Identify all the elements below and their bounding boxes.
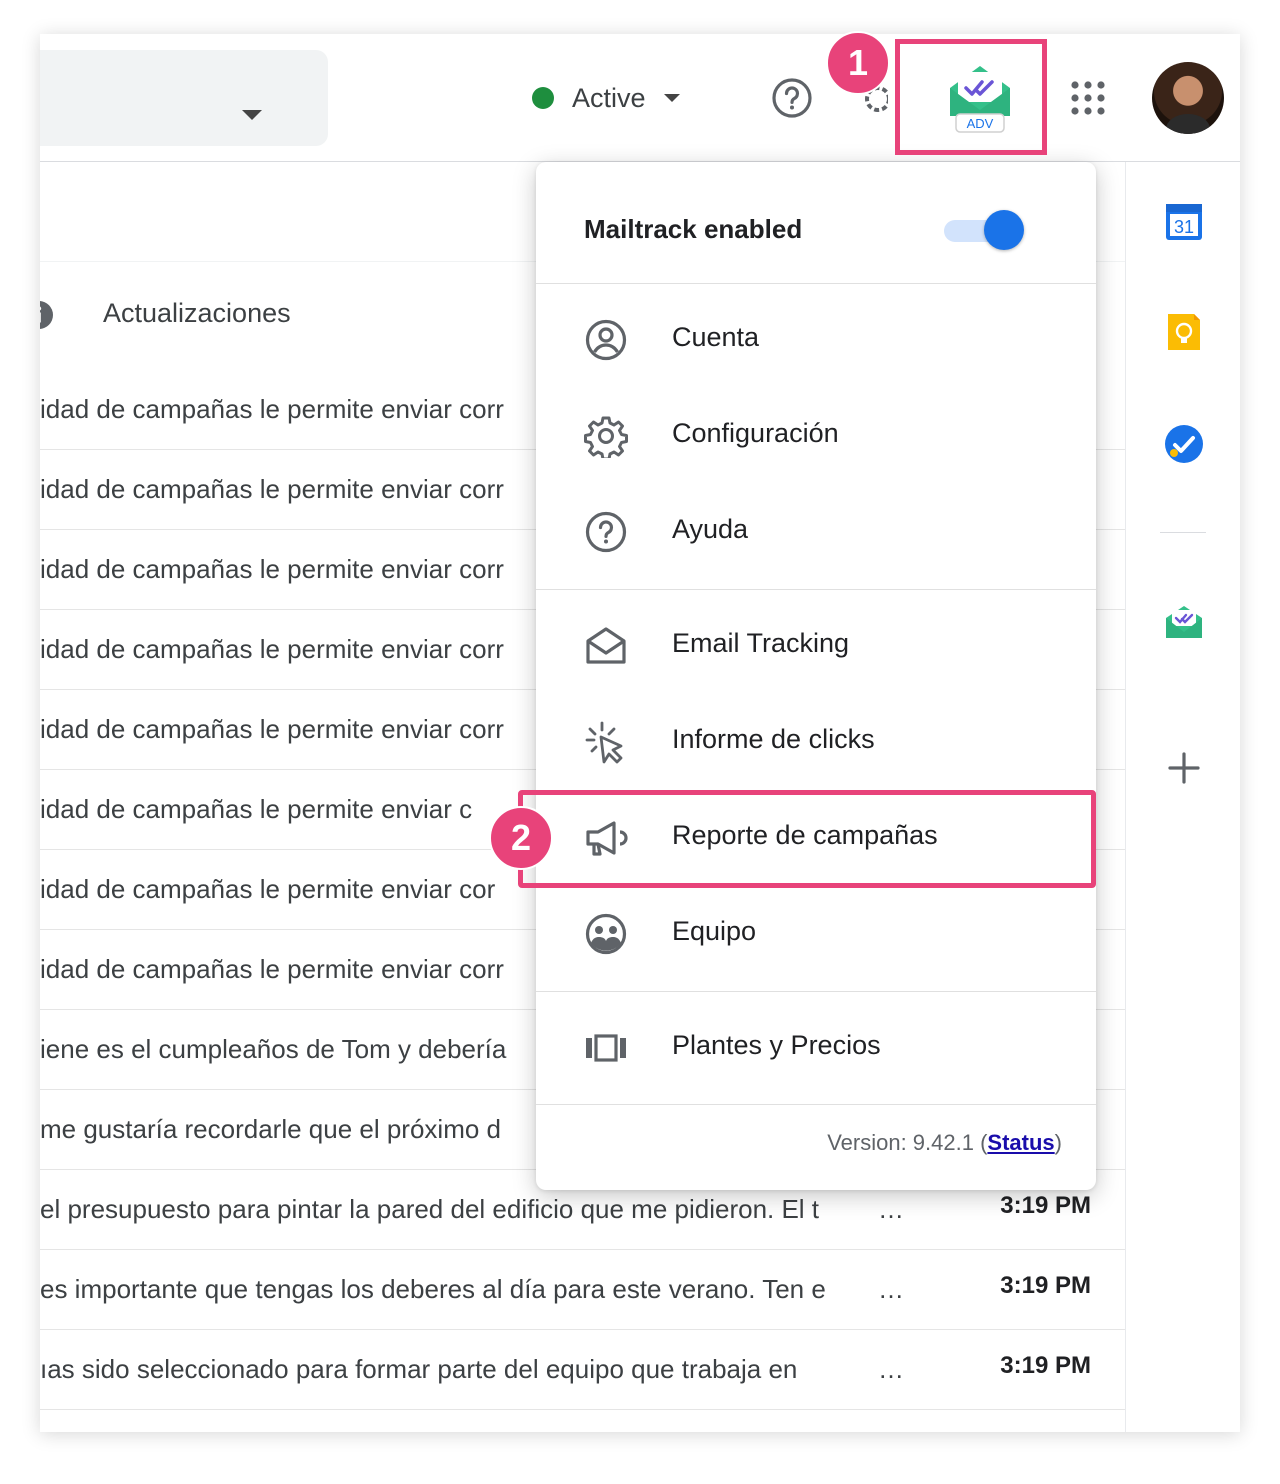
email-snippet: idad de campañas le permite enviar corr (40, 474, 504, 504)
apps-grid-icon[interactable] (1070, 80, 1106, 116)
status-label: Active (572, 82, 646, 113)
search-box[interactable] (40, 50, 328, 146)
help-circle-icon[interactable] (770, 76, 814, 120)
info-icon (40, 301, 53, 329)
click-cursor-icon (585, 721, 623, 764)
menu-separator (536, 589, 1096, 590)
menu-separator (536, 991, 1096, 992)
email-snippet: iene es el cumpleaños de Tom y debería (40, 1034, 507, 1064)
extension-badge-label: ADV (967, 116, 994, 131)
email-snippet: idad de campañas le permite enviar corr (40, 394, 504, 424)
email-ellipsis: … (878, 1274, 907, 1304)
email-snippet: idad de campañas le permite enviar cor (40, 874, 496, 904)
status-selector[interactable]: Active (532, 78, 680, 118)
menu-item-label: Plantes y Precios (672, 1030, 881, 1060)
side-panel: 31 (1125, 162, 1240, 1432)
menu-item-cuenta[interactable]: Cuenta (536, 292, 1096, 388)
mailtrack-extension-icon[interactable]: ADV (944, 58, 1016, 136)
toggle-knob (984, 210, 1024, 250)
category-label: Actualizaciones (103, 298, 291, 328)
menu-item-label: Email Tracking (672, 628, 850, 658)
email-time: 3:19 PM (1000, 1192, 1091, 1219)
menu-item-label: Cuenta (672, 322, 760, 352)
annotation-highlight-campaign-report (518, 790, 1096, 888)
menu-header: Mailtrack enabled (536, 162, 1096, 284)
email-time: 3:19 PM (1000, 1352, 1091, 1379)
annotation-badge-1: 1 (826, 31, 890, 95)
annotation-badge-2: 2 (489, 806, 553, 870)
status-link[interactable]: Status (987, 1130, 1054, 1155)
status-caret-icon (663, 94, 680, 102)
menu-item-planes-precios[interactable]: Plantes y Precios (536, 1000, 1096, 1096)
email-row[interactable]: ıas sido seleccionado para formar parte … (40, 1330, 1125, 1410)
top-bar: Active ADV (40, 34, 1240, 162)
keep-icon[interactable] (1162, 310, 1206, 354)
mailtrack-toggle[interactable] (944, 210, 1026, 250)
add-icon[interactable] (1162, 746, 1206, 790)
email-snippet: ıas sido seleccionado para formar parte … (40, 1354, 798, 1384)
menu-item-email-tracking[interactable]: Email Tracking (536, 598, 1096, 694)
envelope-open-icon (586, 627, 626, 664)
avatar-shirt (1166, 114, 1210, 134)
menu-item-informe-clicks[interactable]: Informe de clicks (536, 694, 1096, 790)
email-snippet: me gustaría recordarle que el próximo d (40, 1114, 502, 1144)
side-divider (1160, 532, 1206, 533)
email-ellipsis: … (878, 1194, 907, 1224)
email-snippet: es importante que tengas los deberes al … (40, 1274, 826, 1304)
version-text: Version: 9.42.1 ( (827, 1130, 988, 1155)
email-snippet: idad de campañas le permite enviar corr (40, 634, 504, 664)
plans-carousel-icon (586, 1034, 626, 1062)
menu-title: Mailtrack enabled (584, 214, 803, 244)
menu-item-label: Informe de clicks (672, 724, 875, 754)
version-info: Version: 9.42.1 (Status) (827, 1130, 1062, 1156)
menu-item-configuracion[interactable]: Configuración (536, 388, 1096, 484)
menu-separator (536, 1104, 1096, 1105)
calendar-icon[interactable]: 31 (1162, 200, 1206, 244)
tasks-icon[interactable] (1162, 422, 1206, 466)
email-ellipsis: … (878, 1354, 907, 1384)
menu-item-ayuda[interactable]: Ayuda (536, 484, 1096, 580)
email-snippet: idad de campañas le permite enviar corr (40, 714, 504, 744)
team-icon (585, 913, 627, 955)
account-circle-icon (585, 319, 627, 361)
email-snippet: idad de campañas le permite enviar corr (40, 554, 504, 584)
mailtrack-menu: Mailtrack enabled Cuenta Configuración A… (536, 162, 1096, 1190)
version-close: ) (1054, 1130, 1062, 1155)
menu-item-label: Equipo (672, 916, 757, 946)
menu-item-label: Configuración (672, 418, 839, 448)
help-circle-icon (585, 511, 627, 553)
email-row[interactable]: es importante que tengas los deberes al … (40, 1250, 1125, 1330)
menu-item-equipo[interactable]: Equipo (536, 886, 1096, 982)
mailtrack-icon[interactable] (1162, 600, 1206, 644)
menu-item-label: Ayuda (672, 514, 749, 544)
status-dot-icon (532, 87, 554, 109)
account-avatar[interactable] (1152, 62, 1224, 134)
search-options-caret-icon[interactable] (242, 110, 262, 120)
email-snippet: el presupuesto para pintar la pared del … (40, 1194, 820, 1224)
email-snippet: idad de campañas le permite enviar corr (40, 954, 504, 984)
email-snippet: idad de campañas le permite enviar c (40, 794, 473, 824)
gear-icon (584, 416, 628, 458)
calendar-day: 31 (1174, 217, 1194, 237)
email-time: 3:19 PM (1000, 1272, 1091, 1299)
